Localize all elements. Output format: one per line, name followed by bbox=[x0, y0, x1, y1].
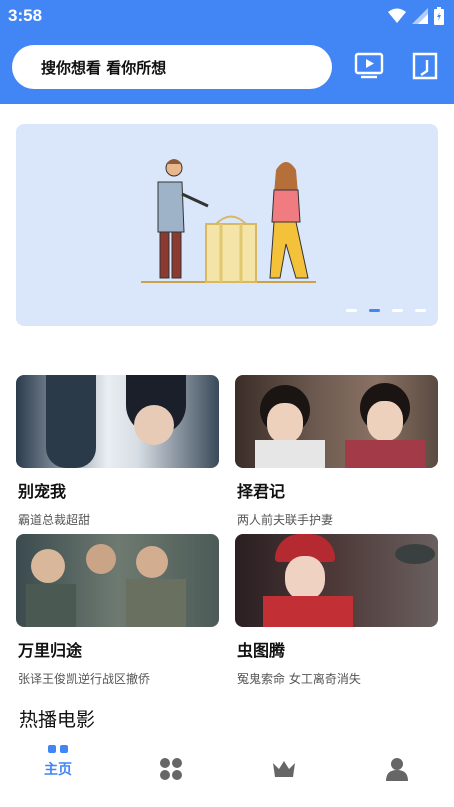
carousel-dot[interactable] bbox=[392, 309, 403, 312]
tv-play-icon[interactable] bbox=[354, 51, 384, 81]
signal-icon bbox=[412, 8, 428, 24]
promo-banner[interactable] bbox=[16, 124, 438, 326]
status-time: 3:58 bbox=[8, 6, 43, 25]
search-placeholder: 搜你想看 看你所想 bbox=[41, 58, 167, 77]
top-header: 3:58 搜你想看 看你所想 bbox=[0, 0, 454, 104]
carousel-dot[interactable] bbox=[415, 309, 426, 312]
carousel-dot-active[interactable] bbox=[369, 309, 380, 312]
nav-vip[interactable] bbox=[254, 759, 314, 807]
video-subtitle: 霸道总裁超甜 bbox=[18, 513, 91, 527]
video-thumbnail[interactable] bbox=[16, 375, 219, 468]
video-thumbnail[interactable] bbox=[235, 375, 438, 468]
edit-note-icon[interactable] bbox=[410, 51, 440, 81]
wifi-icon bbox=[388, 8, 406, 23]
status-bar: 3:58 bbox=[0, 0, 454, 32]
nav-categories[interactable] bbox=[141, 757, 201, 807]
battery-icon bbox=[434, 7, 444, 25]
nav-home-label: 主页 bbox=[44, 762, 72, 778]
video-card[interactable]: 万里归途 张译王俊凯逆行战区撤侨 bbox=[16, 534, 219, 686]
carousel-dot[interactable] bbox=[346, 309, 357, 312]
video-thumbnail[interactable] bbox=[235, 534, 438, 627]
video-title: 择君记 bbox=[237, 482, 286, 501]
video-subtitle: 冤鬼索命 女工离奇消失 bbox=[237, 672, 361, 686]
gift-couple-illustration bbox=[141, 159, 316, 283]
video-card[interactable]: 择君记 两人前夫联手护妻 bbox=[235, 375, 438, 527]
video-subtitle: 两人前夫联手护妻 bbox=[237, 513, 334, 527]
bottom-nav: 主页 bbox=[0, 745, 454, 807]
video-subtitle: 张译王俊凯逆行战区撤侨 bbox=[18, 672, 151, 686]
section-title-hot-movies: 热播电影 bbox=[19, 709, 96, 731]
nav-profile[interactable] bbox=[367, 757, 427, 807]
search-bar[interactable]: 搜你想看 看你所想 bbox=[12, 45, 332, 89]
video-title: 别宠我 bbox=[18, 482, 67, 501]
video-title: 虫图腾 bbox=[237, 641, 286, 660]
home-icon bbox=[48, 745, 68, 753]
carousel-dots bbox=[346, 309, 426, 312]
user-icon bbox=[386, 758, 408, 781]
grid-icon bbox=[160, 758, 182, 780]
status-icons bbox=[388, 6, 444, 26]
video-card[interactable]: 别宠我 霸道总裁超甜 bbox=[16, 375, 219, 527]
video-card[interactable]: 虫图腾 冤鬼索命 女工离奇消失 bbox=[235, 534, 438, 686]
nav-home[interactable]: 主页 bbox=[28, 745, 88, 795]
crown-icon bbox=[273, 761, 295, 777]
video-thumbnail[interactable] bbox=[16, 534, 219, 627]
video-title: 万里归途 bbox=[18, 641, 83, 660]
